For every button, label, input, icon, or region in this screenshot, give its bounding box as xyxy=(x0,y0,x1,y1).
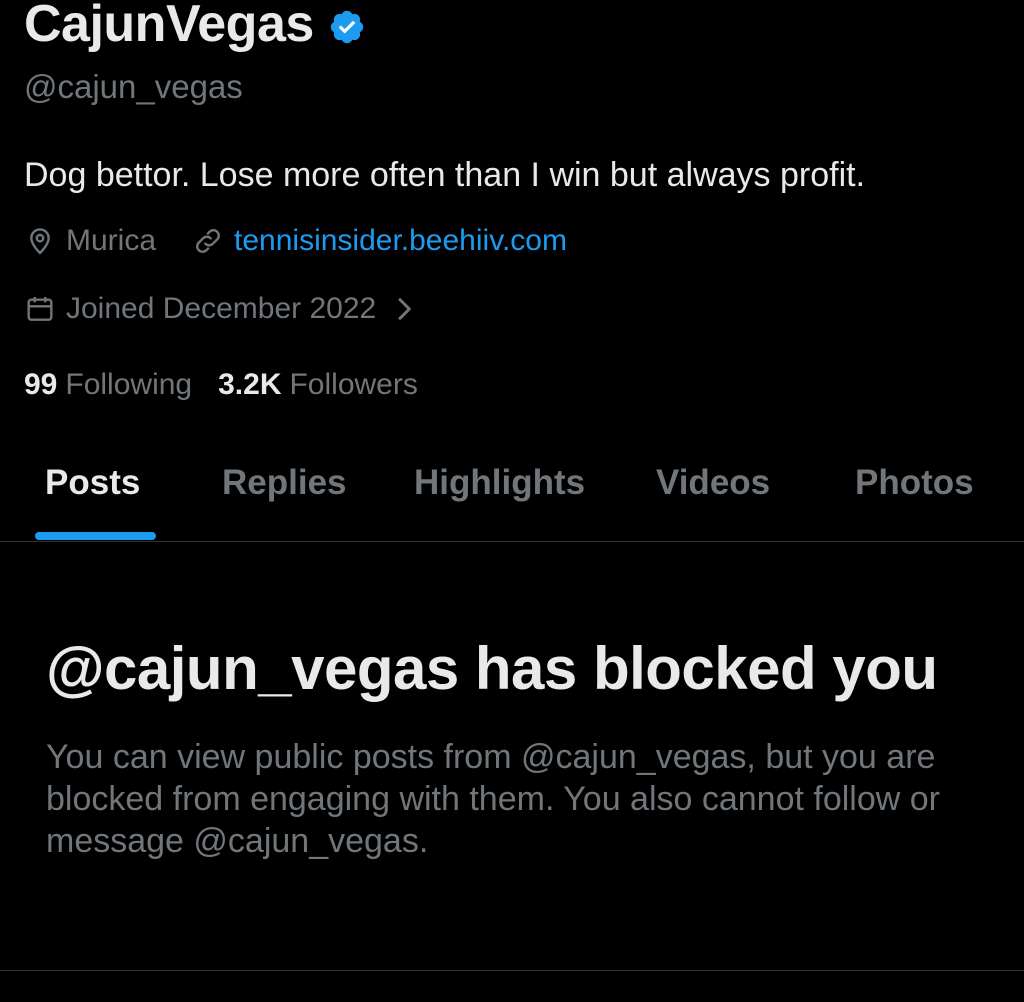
website-item[interactable]: tennisinsider.beehiiv.com xyxy=(192,224,567,258)
tab-photos[interactable]: Photos xyxy=(855,463,974,503)
divider xyxy=(0,970,1024,971)
following-label: Following xyxy=(65,368,193,401)
tab-replies[interactable]: Replies xyxy=(222,463,347,503)
profile-bio: Dog bettor. Lose more often than I win b… xyxy=(24,156,866,194)
follow-counts: 99 Following 3.2K Followers xyxy=(24,368,444,402)
tab-posts[interactable]: Posts xyxy=(45,463,140,503)
followers-label: Followers xyxy=(289,368,418,401)
location-item: Murica xyxy=(24,224,156,258)
profile-name-row: CajunVegas xyxy=(24,0,366,54)
profile-handle: @cajun_vegas xyxy=(24,68,243,105)
website-link[interactable]: tennisinsider.beehiiv.com xyxy=(234,224,567,258)
followers-count: 3.2K xyxy=(218,368,282,401)
calendar-icon xyxy=(27,297,53,321)
active-tab-indicator xyxy=(35,532,156,540)
followers-link[interactable]: 3.2K Followers xyxy=(218,368,418,402)
blocked-description: You can view public posts from @cajun_ve… xyxy=(46,738,940,860)
tab-videos[interactable]: Videos xyxy=(656,463,770,503)
joined-row[interactable]: Joined December 2022 xyxy=(24,292,420,326)
profile-tabs: Posts Replies Highlights Videos Photos xyxy=(0,455,1024,542)
location-pin-icon xyxy=(30,228,50,255)
following-link[interactable]: 99 Following xyxy=(24,368,192,402)
chevron-right-icon xyxy=(398,298,412,320)
following-count: 99 xyxy=(24,368,58,401)
display-name: CajunVegas xyxy=(24,0,314,53)
profile-meta-row: Murica tennisinsider.beehiiv.com xyxy=(24,224,567,258)
link-icon xyxy=(196,229,220,253)
blocked-title: @cajun_vegas has blocked you xyxy=(46,635,938,702)
location-text: Murica xyxy=(66,224,157,257)
joined-text: Joined December 2022 xyxy=(66,292,377,325)
tab-highlights[interactable]: Highlights xyxy=(414,463,585,503)
verified-badge-icon[interactable] xyxy=(328,8,366,46)
